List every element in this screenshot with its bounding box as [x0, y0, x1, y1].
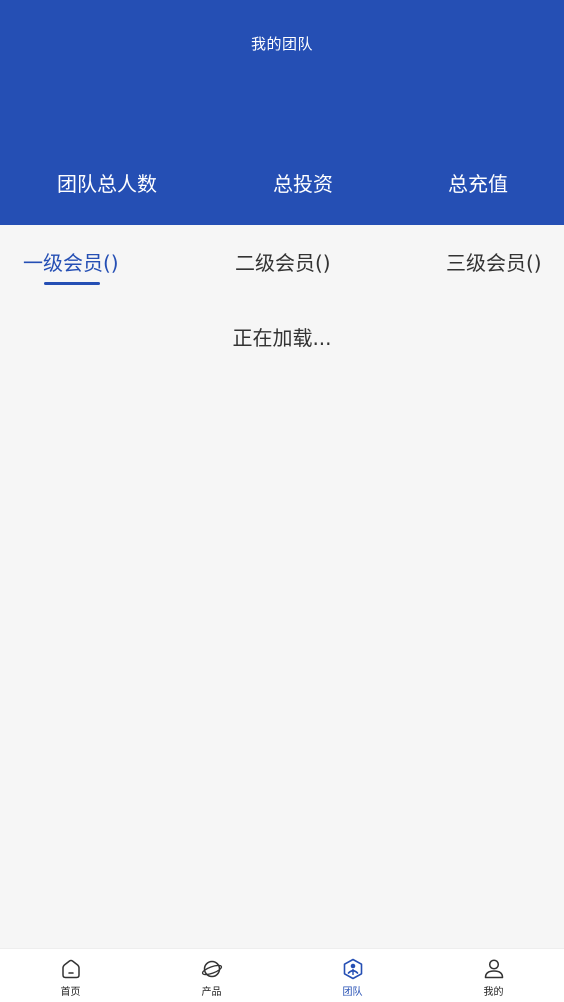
page-title: 我的团队 [250, 35, 313, 53]
user-icon [484, 959, 503, 979]
nav-item-home[interactable]: 首页 [0, 949, 141, 1002]
nav-label-products: 产品 [201, 987, 222, 998]
stat-total-recharge-label: 总充值 [448, 172, 508, 196]
stat-total-investment-label: 总投资 [273, 172, 333, 196]
nav-item-mine[interactable]: 我的 [423, 949, 564, 1002]
loading-text: 正在加载... [232, 326, 332, 350]
member-level-tabs: 一级会员() 二级会员() 三级会员() [0, 225, 564, 297]
team-header: 我的团队 团队总人数 总投资 总充值 [0, 0, 564, 225]
team-icon [343, 958, 362, 980]
nav-label-mine: 我的 [483, 987, 504, 998]
app-root: 我的团队 团队总人数 总投资 总充值 一级会员() 二级会员() 三级会员() … [0, 0, 564, 1002]
nav-item-team[interactable]: 团队 [282, 949, 423, 1002]
team-stats: 团队总人数 总投资 总充值 [0, 168, 564, 198]
stat-total-members-label: 团队总人数 [57, 172, 157, 196]
active-tab-indicator [44, 282, 100, 285]
bottom-navigation: 首页 产品 团队 我的 [0, 948, 564, 1002]
nav-item-products[interactable]: 产品 [141, 949, 282, 1002]
tab-level-2[interactable]: 二级会员() [235, 247, 331, 276]
tab-level-3[interactable]: 三级会员() [446, 247, 542, 276]
tab-level-1[interactable]: 一级会员() [23, 247, 119, 276]
nav-label-team: 团队 [342, 987, 363, 998]
planet-icon [201, 960, 222, 978]
nav-label-home: 首页 [60, 987, 81, 998]
home-icon [61, 959, 80, 979]
